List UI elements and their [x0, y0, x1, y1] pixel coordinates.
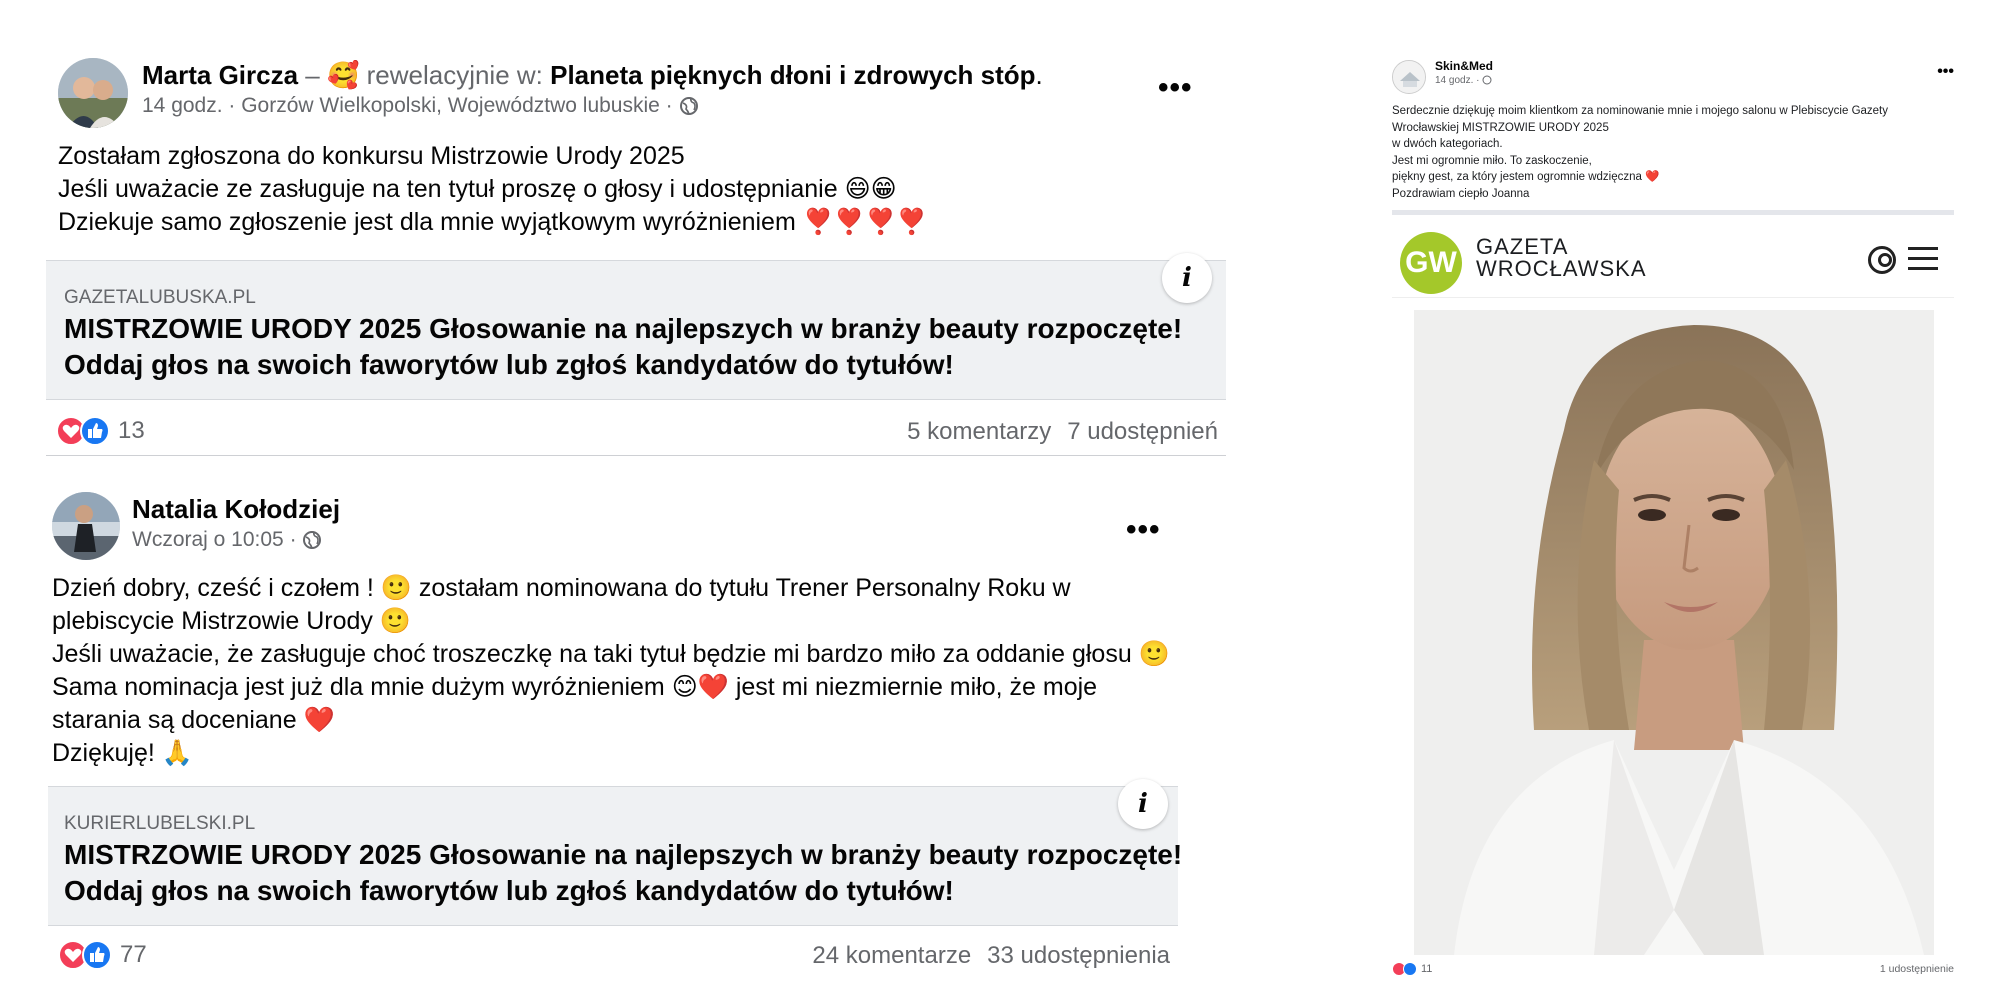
post-body: Zostałam zgłoszona do konkursu Mistrzowi…	[58, 140, 927, 239]
divider	[1392, 210, 1954, 215]
post-line: Dzień dobry, cześć i czołem ! 🙂 zostałam…	[52, 574, 1071, 602]
post-natalia: Natalia Kołodziej Wczoraj o 10:05 · ••• …	[48, 488, 1192, 988]
post-more-button[interactable]: •••	[1126, 515, 1161, 545]
post-meta: Wczoraj o 10:05 ·	[132, 526, 322, 554]
post-line: w dwóch kategoriach.	[1392, 138, 1503, 150]
post-footer: 77 24 komentarze 33 udostępnienia	[48, 940, 1178, 980]
post-more-button[interactable]: •••	[1937, 63, 1954, 81]
comments-count-link[interactable]: 5 komentarzy	[907, 418, 1051, 445]
gazeta-title-line: WROCŁAWSKA	[1476, 256, 1647, 281]
feeling-dash: –	[298, 60, 327, 90]
user-account-icon[interactable]	[1868, 246, 1896, 274]
link-title-line: Oddaj głos na swoich faworytów lub zgłoś…	[64, 875, 954, 906]
side-post-skinmed: Skin&Med 14 godz. · ••• Serdecznie dzięk…	[1392, 55, 1962, 985]
post-meta: 14 godz. · Gorzów Wielkopolski, Wojewódz…	[142, 92, 699, 120]
feeling-emoji-icon: 🥰	[327, 60, 360, 90]
like-reaction-icon	[82, 940, 112, 970]
gazeta-title: GAZETA WROCŁAWSKA	[1476, 236, 1647, 280]
info-icon[interactable]: i	[1162, 253, 1212, 303]
reactions-count: 13	[118, 417, 145, 444]
globe-icon	[679, 97, 698, 116]
post-footer: 11 1 udostępnienie	[1392, 960, 1954, 982]
gazeta-logo: GW	[1400, 232, 1462, 294]
post-line: Sama nominacja jest już dla mnie dużym w…	[52, 673, 1098, 701]
author-name[interactable]: Natalia Kołodziej	[132, 494, 340, 524]
author-line: Natalia Kołodziej	[132, 492, 340, 526]
avatar-photo-icon	[58, 58, 128, 128]
reactions-summary[interactable]: 77	[58, 940, 147, 970]
link-title: MISTRZOWIE URODY 2025 Głosowanie na najl…	[64, 311, 1182, 383]
engagement-stats: 5 komentarzy 7 udostępnień	[907, 418, 1218, 446]
shares-count-link[interactable]: 33 udostępnienia	[987, 942, 1170, 969]
post-line: Jeśli uważacie ze zasługuje na ten tytuł…	[58, 175, 897, 203]
shares-count-link[interactable]: 1 udostępnienie	[1880, 963, 1954, 975]
link-preview-card[interactable]: GAZETALUBUSKA.PL MISTRZOWIE URODY 2025 G…	[46, 253, 1226, 400]
post-line: Wrocławskiej MISTRZOWIE URODY 2025	[1392, 121, 1609, 134]
post-footer: 13 5 komentarzy 7 udostępnień	[46, 416, 1226, 456]
group-link[interactable]: Planeta pięknych dłoni i zdrowych stóp	[550, 60, 1035, 90]
post-line: Pozdrawiam ciepło Joanna	[1392, 187, 1530, 200]
author-line: Marta Gircza – 🥰 rewelacyjnie w: Planeta…	[142, 58, 1043, 92]
post-line: Dziękuję! 🙏	[52, 739, 193, 767]
post-line: starania są doceniane ❤️	[52, 706, 335, 734]
gazeta-title-line: GAZETA	[1476, 234, 1569, 259]
post-timestamp[interactable]: 14 godz. ·	[1435, 75, 1482, 86]
author-avatar[interactable]	[52, 492, 120, 560]
engagement-stats: 24 komentarze 33 udostępnienia	[812, 942, 1170, 970]
post-line: Serdecznie dziękuję moim klientkom za no…	[1392, 105, 1889, 117]
post-more-button[interactable]: •••	[1158, 73, 1193, 103]
post-line: piękny gest, za który jestem ogromnie wd…	[1392, 171, 1660, 183]
woman-portrait-image	[1414, 310, 1934, 955]
hamburger-menu-icon[interactable]	[1908, 247, 1938, 271]
reactions-summary[interactable]: 11	[1392, 962, 1432, 976]
link-title-line: MISTRZOWIE URODY 2025 Głosowanie na najl…	[64, 313, 1183, 344]
globe-icon	[1482, 75, 1492, 85]
post-timestamp[interactable]: 14 godz. · Gorzów Wielkopolski, Wojewódz…	[142, 94, 679, 117]
link-title-line: MISTRZOWIE URODY 2025 Głosowanie na najl…	[64, 839, 1183, 870]
post-line: Jest mi ogromnie miło. To zaskoczenie,	[1392, 154, 1592, 167]
post-line: plebiscycie Mistrzowie Urody 🙂	[52, 607, 411, 635]
group-suffix: .	[1035, 60, 1043, 90]
link-title-line: Oddaj głos na swoich faworytów lub zgłoś…	[64, 349, 954, 380]
globe-icon	[303, 531, 322, 550]
comments-count-link[interactable]: 24 komentarze	[812, 942, 971, 969]
reactions-count: 11	[1421, 963, 1433, 975]
author-name[interactable]: Marta Gircza	[142, 60, 298, 90]
post-body: Dzień dobry, cześć i czołem ! 🙂 zostałam…	[52, 572, 1170, 770]
post-meta: 14 godz. ·	[1435, 75, 1492, 86]
post-marta: Marta Gircza – 🥰 rewelacyjnie w: Planeta…	[46, 48, 1228, 468]
post-line: Dziekuje samo zgłoszenie jest dla mnie w…	[58, 208, 928, 236]
link-title: MISTRZOWIE URODY 2025 Głosowanie na najl…	[64, 837, 1182, 909]
feeling-text: rewelacyjnie w:	[359, 60, 551, 90]
portrait-photo[interactable]	[1414, 310, 1934, 955]
post-body: Serdecznie dziękuję moim klientkom za no…	[1392, 103, 1952, 202]
author-avatar[interactable]	[1392, 60, 1426, 94]
post-timestamp[interactable]: Wczoraj o 10:05 ·	[132, 528, 302, 551]
link-domain: GAZETALUBUSKA.PL	[64, 287, 256, 308]
gazeta-header: GW GAZETA WROCŁAWSKA	[1392, 220, 1954, 298]
link-preview-card[interactable]: KURIERLUBELSKI.PL MISTRZOWIE URODY 2025 …	[48, 779, 1182, 926]
link-domain: KURIERLUBELSKI.PL	[64, 813, 256, 834]
post-line: Jeśli uważacie, że zasługuje choć trosze…	[52, 640, 1170, 668]
author-avatar[interactable]	[58, 58, 128, 128]
author-name[interactable]: Skin&Med	[1435, 59, 1493, 73]
reactions-summary[interactable]: 13	[56, 416, 145, 446]
reactions-count: 77	[120, 941, 147, 968]
salon-logo-icon	[1393, 61, 1425, 93]
like-reaction-icon	[80, 416, 110, 446]
like-reaction-icon	[1403, 962, 1417, 976]
post-line: Zostałam zgłoszona do konkursu Mistrzowi…	[58, 142, 685, 170]
avatar-photo-icon	[52, 492, 120, 560]
shares-count-link[interactable]: 7 udostępnień	[1067, 418, 1218, 445]
info-icon[interactable]: i	[1118, 779, 1168, 829]
